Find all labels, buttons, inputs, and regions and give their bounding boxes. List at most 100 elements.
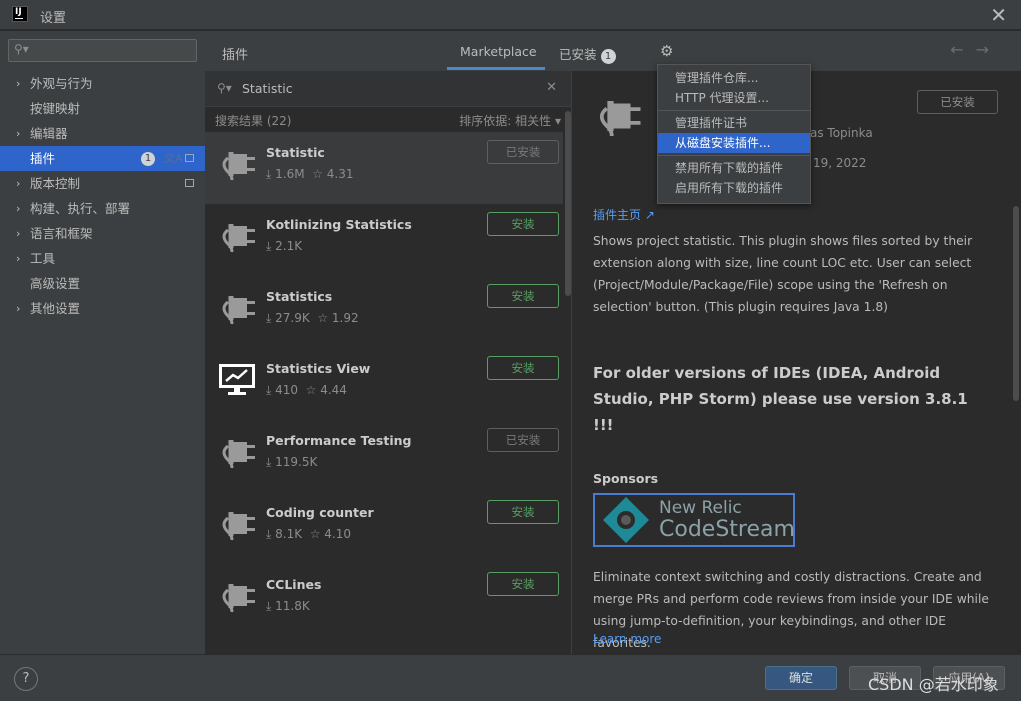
nav-item-label: 插件 xyxy=(30,151,56,166)
help-button[interactable]: ? xyxy=(14,667,38,691)
nav-item-tools[interactable]: › 工具 xyxy=(0,246,205,271)
gear-icon[interactable]: ⚙ xyxy=(660,42,673,60)
nav-item-vcs[interactable]: › 版本控制 xyxy=(0,171,205,196)
plug-icon xyxy=(217,216,257,256)
plugin-name: Statistics View xyxy=(266,361,371,376)
monitor-chart-icon xyxy=(217,360,257,400)
menu-item-install-from-disk[interactable]: 从磁盘安装插件... xyxy=(658,133,810,153)
plug-icon xyxy=(217,432,257,472)
menu-item-enable-downloaded[interactable]: 启用所有下载的插件 xyxy=(658,178,810,198)
settings-sidebar: ⚲▾ › 外观与行为 按键映射 › 编辑器 插件 1 文A › 版本控制 › 构建、执行、部… xyxy=(0,31,205,654)
plugin-row[interactable]: Statistics View ⤓ 410 ☆ 4.44 安装 xyxy=(205,348,563,420)
chevron-right-icon: › xyxy=(16,127,21,140)
detail-installed-button[interactable]: 已安装 xyxy=(917,90,998,114)
menu-item-manage-repos[interactable]: 管理插件仓库... xyxy=(658,68,810,88)
plugin-list-panel: ⚲▾ Statistic ✕ 搜索结果 (22) 排序依据: 相关性 ▾ Sta… xyxy=(205,71,572,654)
plugin-row[interactable]: CCLines ⤓ 11.8K 安装 xyxy=(205,564,563,636)
update-count-badge: 1 xyxy=(141,152,155,166)
plugin-stats: ⤓ 11.8K xyxy=(266,599,310,613)
window-title: 设置 xyxy=(40,11,67,26)
sort-dropdown[interactable]: 排序依据: 相关性 ▾ xyxy=(459,112,561,129)
plugin-row[interactable]: Statistic ⤓ 1.6M ☆ 4.31 已安装 xyxy=(205,132,563,204)
forward-arrow-icon[interactable]: → xyxy=(976,40,1001,59)
watermark: CSDN @若水印象 xyxy=(868,675,999,694)
tab-installed-label: 已安装 xyxy=(559,47,597,62)
menu-separator xyxy=(658,110,810,111)
plugin-name: Statistics xyxy=(266,289,333,304)
project-scope-icon xyxy=(185,154,194,162)
page-title: 插件 xyxy=(222,48,249,63)
chevron-right-icon: › xyxy=(16,177,21,190)
nav-item-label: 按键映射 xyxy=(30,101,81,116)
search-icon: ⚲▾ xyxy=(14,42,29,56)
install-button[interactable]: 安装 xyxy=(487,572,559,596)
nav-item-label: 版本控制 xyxy=(30,176,81,191)
back-arrow-icon[interactable]: ← xyxy=(950,40,975,59)
nav-item-other[interactable]: › 其他设置 xyxy=(0,296,205,321)
gear-dropdown-menu: 管理插件仓库... HTTP 代理设置... 管理插件证书 从磁盘安装插件...… xyxy=(657,64,811,204)
nav-item-label: 语言和框架 xyxy=(30,226,93,241)
translate-icon: 文A xyxy=(164,152,183,165)
install-button[interactable]: 安装 xyxy=(487,356,559,380)
nav-item-advanced[interactable]: 高级设置 xyxy=(0,271,205,296)
chevron-right-icon: › xyxy=(16,202,21,215)
menu-item-http-proxy[interactable]: HTTP 代理设置... xyxy=(658,88,810,108)
plugin-name: Performance Testing xyxy=(266,433,412,448)
menu-separator xyxy=(658,155,810,156)
install-button[interactable]: 安装 xyxy=(487,212,559,236)
plugin-list: Statistic ⤓ 1.6M ☆ 4.31 已安装 Kotlinizing Sta… xyxy=(205,132,563,636)
nav-item-appearance[interactable]: › 外观与行为 xyxy=(0,71,205,96)
tab-marketplace[interactable]: Marketplace xyxy=(460,44,537,59)
plugin-row[interactable]: Coding counter ⤓ 8.1K ☆ 4.10 安装 xyxy=(205,492,563,564)
plug-icon xyxy=(217,144,257,184)
plugin-name: Statistic xyxy=(266,145,325,160)
sponsor-logo[interactable]: New Relic CodeStream xyxy=(593,493,795,547)
install-button[interactable]: 安装 xyxy=(487,500,559,524)
sponsor-name-line1: New Relic xyxy=(659,498,742,518)
clear-search-icon[interactable]: ✕ xyxy=(546,80,557,95)
plug-icon xyxy=(217,504,257,544)
title-bar: IJ 设置 ✕ xyxy=(0,0,1021,30)
nav-item-label: 高级设置 xyxy=(30,276,81,291)
tab-installed[interactable]: 已安装 1 xyxy=(559,44,616,64)
sponsors-heading: Sponsors xyxy=(593,471,659,486)
dialog-footer: ? 确定 取消 应用(A) CSDN @若水印象 xyxy=(0,654,1021,701)
nav-item-label: 其他设置 xyxy=(30,301,81,316)
plugin-stats: ⤓ 8.1K ☆ 4.10 xyxy=(266,527,351,541)
nav-item-languages[interactable]: › 语言和框架 xyxy=(0,221,205,246)
nav-item-label: 外观与行为 xyxy=(30,76,93,91)
learn-more-link[interactable]: Learn more xyxy=(593,632,661,646)
plugin-row[interactable]: Statistics ⤓ 27.9K ☆ 1.92 安装 xyxy=(205,276,563,348)
menu-item-disable-downloaded[interactable]: 禁用所有下载的插件 xyxy=(658,158,810,178)
results-header: 搜索结果 (22) 排序依据: 相关性 ▾ xyxy=(205,107,571,132)
menu-item-manage-certs[interactable]: 管理插件证书 xyxy=(658,113,810,133)
scrollbar[interactable] xyxy=(565,111,571,296)
nav-arrows: ←→ xyxy=(950,40,1001,59)
nav-item-build[interactable]: › 构建、执行、部署 xyxy=(0,196,205,221)
codestream-logo-icon xyxy=(603,497,649,543)
plugin-row[interactable]: Performance Testing ⤓ 119.5K 已安装 xyxy=(205,420,563,492)
plug-icon xyxy=(217,288,257,328)
ok-button[interactable]: 确定 xyxy=(765,666,837,690)
project-scope-icon xyxy=(185,179,194,187)
chevron-right-icon: › xyxy=(16,252,21,265)
nav-item-keymap[interactable]: 按键映射 xyxy=(0,96,205,121)
installed-button[interactable]: 已安装 xyxy=(487,428,559,452)
install-button[interactable]: 安装 xyxy=(487,284,559,308)
plugin-homepage-link[interactable]: 插件主页 ↗ xyxy=(593,206,655,223)
installed-button[interactable]: 已安装 xyxy=(487,140,559,164)
sponsor-name-line2: CodeStream xyxy=(659,517,795,542)
plugin-search-input[interactable]: ⚲▾ Statistic ✕ xyxy=(205,71,571,107)
nav-item-plugins[interactable]: 插件 1 文A xyxy=(0,146,205,171)
plugin-stats: ⤓ 2.1K xyxy=(266,239,303,253)
close-icon[interactable]: ✕ xyxy=(990,3,1007,27)
intellij-app-icon: IJ xyxy=(12,6,28,22)
plugin-vendor[interactable]: as Topinka xyxy=(810,126,873,140)
chevron-right-icon: › xyxy=(16,227,21,240)
nav-item-editor[interactable]: › 编辑器 xyxy=(0,121,205,146)
scrollbar[interactable] xyxy=(1013,206,1019,401)
settings-search-input[interactable]: ⚲▾ xyxy=(8,39,197,62)
plugin-row[interactable]: Kotlinizing Statistics ⤓ 2.1K 安装 xyxy=(205,204,563,276)
installed-count-badge: 1 xyxy=(600,49,616,64)
plugin-date: 19, 2022 xyxy=(813,156,867,170)
